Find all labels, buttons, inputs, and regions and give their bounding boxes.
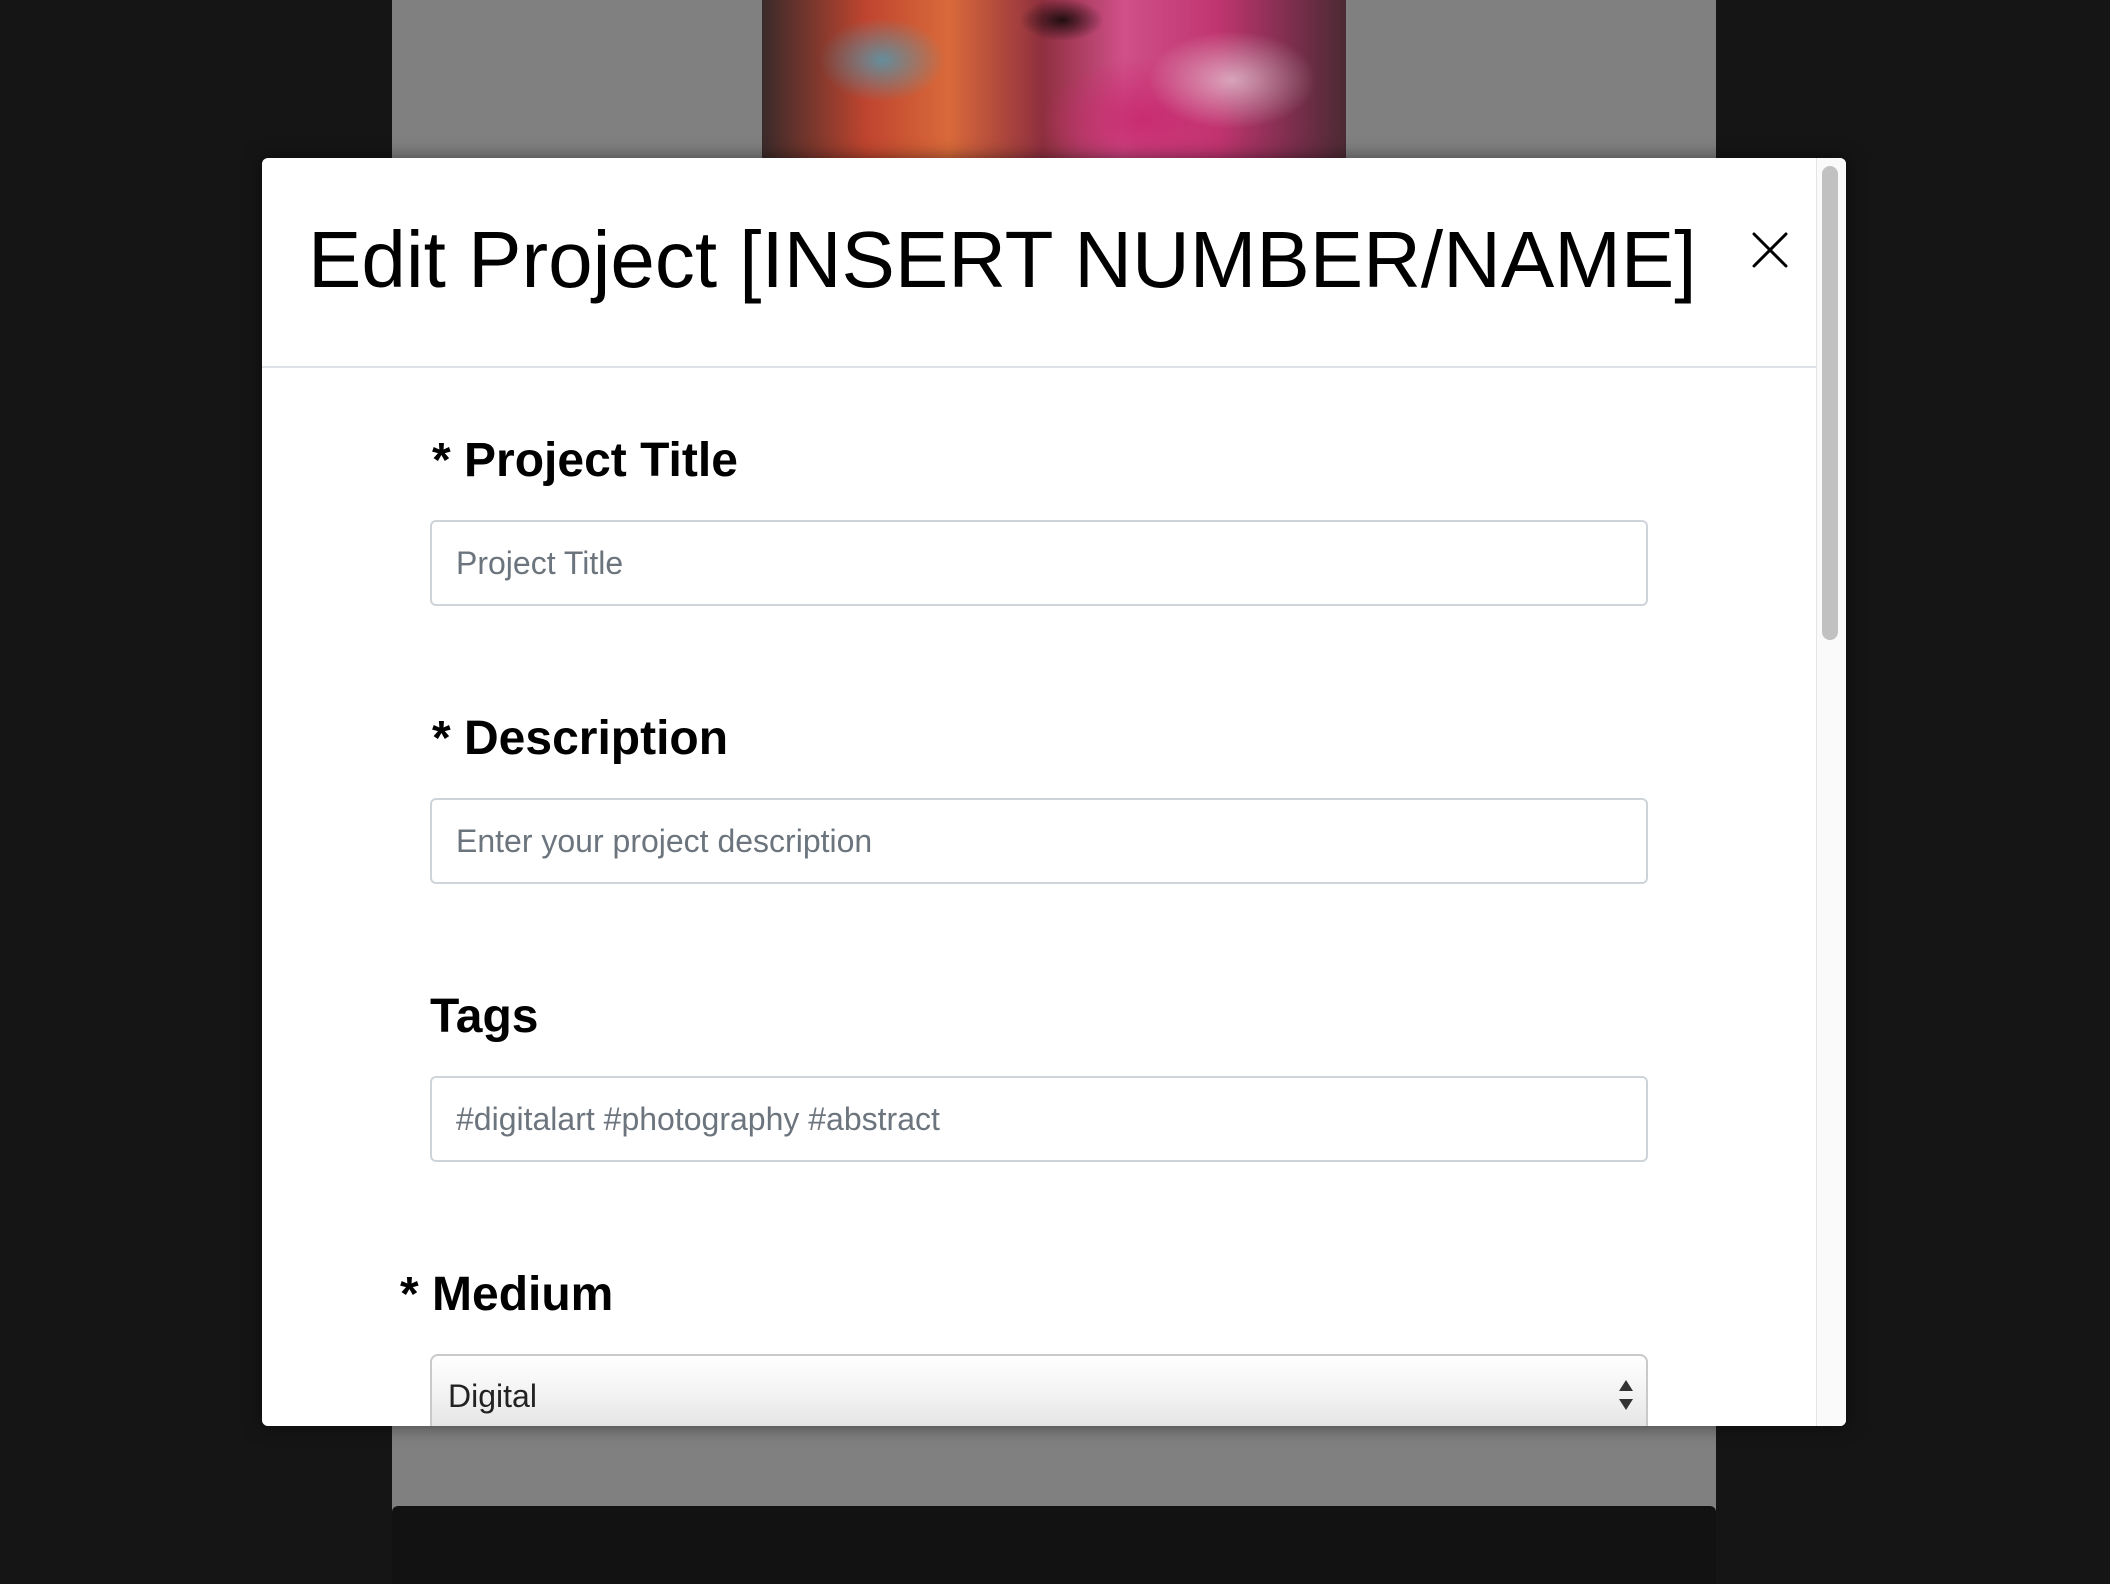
tags-input[interactable] bbox=[430, 1076, 1648, 1162]
close-button[interactable] bbox=[1730, 210, 1810, 290]
project-title-input[interactable] bbox=[430, 520, 1648, 606]
project-title-label: * Project Title bbox=[432, 434, 738, 487]
medium-label: * Medium bbox=[400, 1268, 614, 1321]
page-footer-bar bbox=[392, 1506, 1716, 1584]
modal-header: Edit Project [INSERT NUMBER/NAME] bbox=[262, 158, 1816, 368]
select-arrows-icon bbox=[1619, 1380, 1633, 1410]
project-artwork-image bbox=[762, 0, 1346, 158]
description-input[interactable] bbox=[430, 798, 1648, 884]
modal-scrollbar-thumb[interactable] bbox=[1822, 166, 1838, 640]
close-icon bbox=[1752, 232, 1788, 268]
edit-project-modal: Edit Project [INSERT NUMBER/NAME] * Proj… bbox=[262, 158, 1846, 1426]
modal-title: Edit Project [INSERT NUMBER/NAME] bbox=[308, 215, 1697, 304]
medium-selected-value: Digital bbox=[448, 1378, 537, 1414]
tags-label: Tags bbox=[430, 990, 539, 1043]
medium-select[interactable]: Digital bbox=[430, 1354, 1648, 1426]
description-label: * Description bbox=[432, 712, 729, 765]
